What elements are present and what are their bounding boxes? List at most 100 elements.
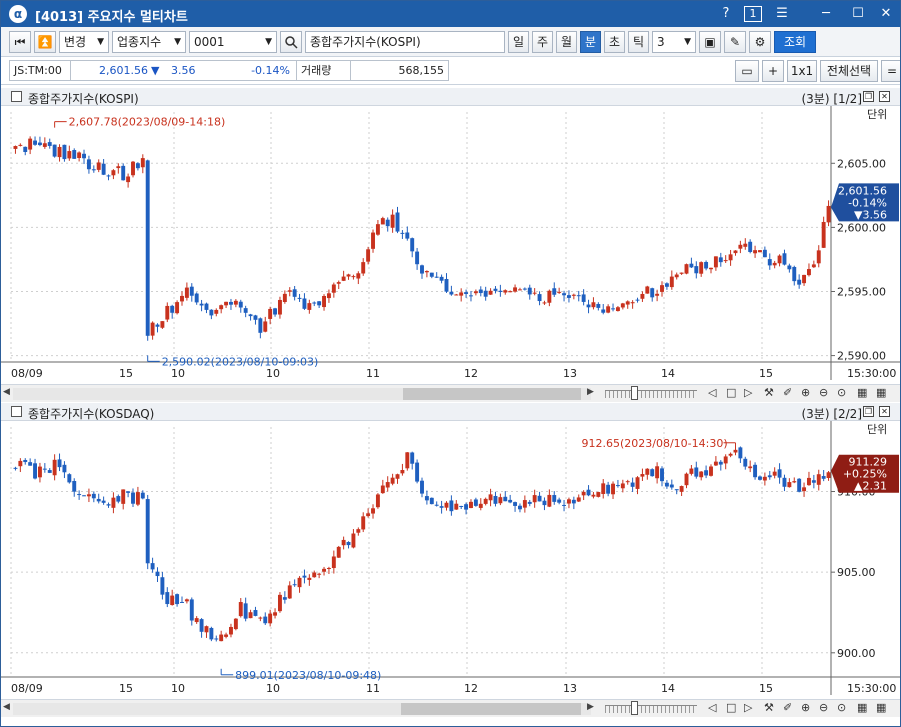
candle-body xyxy=(297,297,302,299)
category-dropdown[interactable]: 업종지수 ▼ xyxy=(112,31,186,53)
code-input[interactable]: 0001 ▼ xyxy=(189,31,277,53)
volume-value: 568,155 xyxy=(351,60,449,81)
candle-body xyxy=(395,474,400,479)
pen-icon[interactable]: ✎ xyxy=(724,31,746,53)
candle-body xyxy=(532,292,537,294)
page-number-box[interactable]: 1 xyxy=(744,6,762,22)
scroll-thumb[interactable] xyxy=(403,388,581,400)
help-icon[interactable]: ? xyxy=(717,5,735,23)
tab-minute[interactable]: 분 xyxy=(580,31,601,53)
wrench-icon[interactable]: ⚒ xyxy=(764,701,774,714)
scroll-right-icon[interactable]: ▶ xyxy=(587,387,594,397)
zoom-slider[interactable] xyxy=(605,390,697,398)
panel-close-icon[interactable]: ✕ xyxy=(879,91,890,102)
panel-checkbox[interactable] xyxy=(11,91,22,102)
maximize-icon[interactable]: ☐ xyxy=(849,5,867,23)
first-page-icon[interactable]: ⏮ xyxy=(9,31,31,53)
candle-body xyxy=(772,471,777,476)
restore-icon[interactable]: ❐ xyxy=(863,406,874,417)
tab-second[interactable]: 초 xyxy=(604,31,625,53)
minimize-icon[interactable]: ─ xyxy=(817,5,835,23)
prev-icon[interactable]: ◁ xyxy=(708,386,716,399)
quote-time: JS:TM:00 xyxy=(9,60,71,81)
change-dropdown[interactable]: 변경 ▼ xyxy=(59,31,109,53)
candle-body xyxy=(625,481,630,483)
candle-body xyxy=(390,477,395,484)
panel-close-icon[interactable]: ✕ xyxy=(879,406,890,417)
scroll-right-icon[interactable]: ▶ xyxy=(587,702,594,712)
zoom-search-icon[interactable]: ⊙ xyxy=(837,701,846,714)
zoom-out-icon[interactable]: ⊖ xyxy=(819,701,828,714)
candle-body xyxy=(464,504,469,510)
grid-icon[interactable]: ▦ xyxy=(857,386,867,399)
scroll-thumb[interactable] xyxy=(401,703,581,715)
zoom-in-icon[interactable]: ⊕ xyxy=(801,386,810,399)
save-icon[interactable]: ▣ xyxy=(699,31,721,53)
close-icon[interactable]: ✕ xyxy=(877,5,895,23)
kospi-chart[interactable]: 2,590.00 2,595.00 2,600.00 2,605.00 단위 08/09 1… xyxy=(1,106,900,384)
index-name-field[interactable]: 종합주가지수(KOSPI) xyxy=(305,31,505,53)
candle-body xyxy=(699,262,704,274)
top-arrow-icon[interactable]: ⏫ xyxy=(34,31,56,53)
tab-month[interactable]: 월 xyxy=(556,31,577,53)
candle-body xyxy=(317,301,322,306)
eraser-icon[interactable]: ✐ xyxy=(783,701,792,714)
prev-icon[interactable]: ◁ xyxy=(708,701,716,714)
candle-body xyxy=(557,291,562,293)
gear-icon[interactable]: ⚙ xyxy=(749,31,771,53)
more-button[interactable]: = xyxy=(881,60,900,82)
eraser-icon[interactable]: ✐ xyxy=(783,386,792,399)
one-by-one-button[interactable]: 1x1 xyxy=(787,60,817,82)
kospi-scrollbar[interactable]: ◀ ▶ ◁ □ ▷ ⚒ ✐ ⊕ ⊖ ⊙ ▦ ▦ xyxy=(1,384,900,402)
candle-body xyxy=(664,482,669,487)
menu-list-icon[interactable]: ☰ xyxy=(773,5,791,23)
restore-icon[interactable]: ❐ xyxy=(863,91,874,102)
x-tick-label: 15 xyxy=(119,367,133,380)
kosdaq-chart[interactable]: 900.00905.00910.00단위08/09151010111213141… xyxy=(1,421,900,699)
zoom-out-icon[interactable]: ⊖ xyxy=(819,386,828,399)
zoom-slider-knob[interactable] xyxy=(631,386,638,400)
scroll-left-icon[interactable]: ◀ xyxy=(3,387,10,397)
layout-icon[interactable]: ▭ xyxy=(735,60,759,82)
next-icon[interactable]: ▷ xyxy=(744,386,752,399)
candle-body xyxy=(140,158,145,168)
candle-body xyxy=(762,249,767,258)
stop-icon[interactable]: □ xyxy=(726,386,736,399)
scroll-left-icon[interactable]: ◀ xyxy=(3,702,10,712)
wrench-icon[interactable]: ⚒ xyxy=(764,386,774,399)
tab-week[interactable]: 주 xyxy=(532,31,553,53)
window-title: [4013] 주요지수 멀티차트 xyxy=(35,10,188,25)
y-tick-label: 900.00 xyxy=(837,647,876,660)
search-icon[interactable] xyxy=(280,31,302,53)
add-button[interactable]: + xyxy=(762,60,784,82)
y-tick-label: 905.00 xyxy=(837,566,876,579)
panel-info: (3분) [1/2] xyxy=(801,92,862,106)
candle-body xyxy=(674,489,679,491)
query-button[interactable]: 조회 xyxy=(774,31,816,53)
low-annotation: 2,590.02(2023/08/10-09:03) xyxy=(162,355,319,368)
candle-body xyxy=(243,308,248,313)
candle-body xyxy=(566,499,571,504)
tab-day[interactable]: 일 xyxy=(508,31,529,53)
zoom-search-icon[interactable]: ⊙ xyxy=(837,386,846,399)
table-icon[interactable]: ▦ xyxy=(876,386,886,399)
zoom-slider[interactable] xyxy=(605,705,697,713)
zoom-in-icon[interactable]: ⊕ xyxy=(801,701,810,714)
next-icon[interactable]: ▷ xyxy=(744,701,752,714)
candle-body xyxy=(459,505,464,507)
candle-body xyxy=(420,265,424,274)
tab-tick[interactable]: 틱 xyxy=(628,31,649,53)
candle-body xyxy=(248,314,253,317)
candle-body xyxy=(346,274,351,277)
zoom-slider-knob[interactable] xyxy=(631,701,638,715)
candle-body xyxy=(508,291,513,293)
grid-icon[interactable]: ▦ xyxy=(857,701,867,714)
select-all-button[interactable]: 전체선택 xyxy=(820,60,878,82)
candle-body xyxy=(18,144,23,146)
kosdaq-scrollbar[interactable]: ◀ ▶ ◁ □ ▷ ⚒ ✐ ⊕ ⊖ ⊙ ▦ ▦ xyxy=(1,699,900,717)
interval-dropdown[interactable]: 3 ▼ xyxy=(652,31,696,53)
stop-icon[interactable]: □ xyxy=(726,701,736,714)
candle-body xyxy=(802,487,807,492)
panel-checkbox[interactable] xyxy=(11,406,22,417)
table-icon[interactable]: ▦ xyxy=(876,701,886,714)
